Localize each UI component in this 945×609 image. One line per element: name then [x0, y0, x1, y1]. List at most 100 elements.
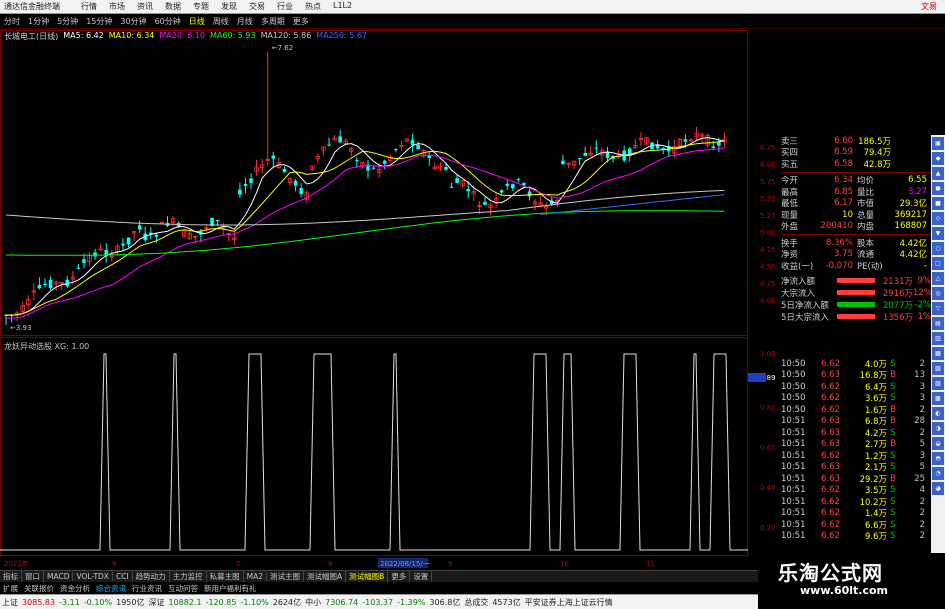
period-tab[interactable]: 周线	[209, 16, 233, 27]
flow-value: 1356万	[882, 312, 913, 323]
period-tab[interactable]: 5分钟	[53, 16, 82, 27]
index-name[interactable]: 深证	[146, 597, 166, 608]
subtab[interactable]: 综合资讯	[93, 583, 129, 594]
ob-label: 卖三	[781, 136, 799, 147]
period-tab[interactable]: 30分钟	[116, 16, 150, 27]
fund-flow-row[interactable]: 5日净流入额 2077万 -2%	[781, 299, 931, 311]
tool-icon[interactable]: ▤	[932, 317, 944, 330]
tool-icon[interactable]: ◕	[932, 482, 944, 495]
index-amount: 1950亿	[116, 597, 145, 607]
tool-icon[interactable]: ▩	[932, 392, 944, 405]
menu-item[interactable]: L1L2	[327, 1, 358, 12]
fund-flow-row[interactable]: 5日大宗流入 1356万 1%	[781, 311, 931, 323]
flow-value: 2077万	[882, 300, 913, 311]
menu-item[interactable]: 市场	[103, 1, 131, 12]
ob-volume: 42.8万	[863, 159, 891, 170]
tool-icon[interactable]: ▽	[932, 302, 944, 315]
fund-flow-row[interactable]: 大宗流入 2916万 12%	[781, 287, 932, 299]
tab[interactable]: 测试主图	[267, 571, 305, 582]
subtab[interactable]: 资金分析	[57, 583, 93, 594]
stat-value: 10	[842, 209, 853, 220]
tool-icon[interactable]: □	[932, 257, 944, 270]
menu-item[interactable]: 发现	[215, 1, 243, 12]
tab[interactable]: 趋势动力	[133, 571, 170, 582]
tool-icon[interactable]: ◔	[932, 467, 944, 480]
tab[interactable]: 主力监控	[170, 571, 207, 582]
broker-name[interactable]: 平安证券上海上证云行情	[523, 597, 615, 608]
tool-icon[interactable]: △	[932, 272, 944, 285]
order-book-row[interactable]: 买五 6.58 42.8万	[781, 158, 931, 170]
subtab[interactable]: 新用户福利有礼	[201, 583, 260, 594]
order-book-row[interactable]: 卖三 6.60 186.5万	[781, 135, 931, 147]
index-name[interactable]: 中小	[303, 597, 323, 608]
period-tab[interactable]: 多周期	[257, 16, 289, 27]
tab[interactable]: MACD	[44, 572, 74, 581]
tab[interactable]: 测试幅图A	[304, 571, 347, 582]
candle-body	[154, 234, 159, 237]
candle-body	[238, 189, 242, 195]
tab[interactable]: CCI	[113, 572, 133, 581]
stat-label: 最高	[781, 187, 799, 198]
tool-icon[interactable]: ▥	[932, 332, 944, 345]
tool-icon[interactable]: ▨	[932, 377, 944, 390]
tool-icon[interactable]: ◇	[932, 212, 944, 225]
menu-item[interactable]: 交易	[243, 1, 271, 12]
brand-label[interactable]: 文易	[921, 1, 945, 12]
tab[interactable]: VOL-TDX	[73, 572, 113, 581]
tab[interactable]: 私募主图	[207, 571, 244, 582]
subtab[interactable]: 互动问答	[165, 583, 201, 594]
tool-icon[interactable]: ▦	[932, 347, 944, 360]
tool-icon[interactable]: ▧	[932, 362, 944, 375]
period-tab[interactable]: 1分钟	[24, 16, 53, 27]
candle-body	[444, 167, 448, 170]
fund-flow-row[interactable]: 净流入额 2131万 9%	[781, 275, 931, 287]
trade-ticks: 10:50 6.62 4.0万 S 2 10:50 6.63 16.8万 B 13…	[781, 358, 931, 543]
menu-item[interactable]: 行业	[271, 1, 299, 12]
kline-chart[interactable]: 6.25 6.00 5.75 5.50 5.25 5.00 4.75 4.50 4.25 4.00…	[0, 30, 780, 570]
tool-icon[interactable]: ▲	[932, 167, 944, 180]
tool-icon[interactable]: ◆	[932, 152, 944, 165]
candle-body	[577, 157, 582, 160]
trade-row: 10:51 6.63 4.2万 S 2	[781, 427, 931, 439]
trade-count: 2	[919, 508, 925, 519]
tool-icon[interactable]: ◐	[932, 407, 944, 420]
subtab[interactable]: 行业资讯	[129, 583, 165, 594]
trade-count: 4	[919, 485, 925, 496]
period-tab[interactable]: 月线	[233, 16, 257, 27]
stat-value: 6.55	[908, 175, 927, 186]
tool-icon[interactable]: ◑	[932, 422, 944, 435]
tool-icon[interactable]: ■	[932, 197, 944, 210]
period-tab[interactable]: 60分钟	[151, 16, 185, 27]
tab[interactable]: MA2	[244, 572, 268, 581]
price-axis-label: 5.25	[760, 212, 776, 220]
menu-item[interactable]: 行情	[75, 1, 103, 12]
subtab[interactable]: 关联报价	[21, 583, 57, 594]
tool-icon[interactable]: ▼	[932, 227, 944, 240]
tool-icon[interactable]: ◓	[932, 452, 944, 465]
subtab[interactable]: 扩展	[0, 583, 21, 594]
menu-item[interactable]: 资讯	[131, 1, 159, 12]
tool-icon[interactable]: ◎	[932, 287, 944, 300]
trade-price: 6.62	[821, 450, 840, 461]
period-tab[interactable]: 15分钟	[82, 16, 116, 27]
tab[interactable]: 设置	[410, 571, 433, 582]
menu-item[interactable]: 热点	[299, 1, 327, 12]
period-tab[interactable]: 更多	[289, 16, 313, 27]
tool-icon[interactable]: ○	[932, 242, 944, 255]
period-tab-active[interactable]: 日线	[185, 16, 209, 27]
tab[interactable]: 窗口	[22, 571, 44, 582]
candle-body	[355, 160, 359, 162]
tab-active[interactable]: 测试幅图B	[346, 571, 389, 582]
period-tab[interactable]: 分时	[0, 16, 24, 27]
tab[interactable]: 指标	[0, 571, 22, 582]
tool-icon[interactable]: ◒	[932, 437, 944, 450]
tool-icon[interactable]: ●	[932, 182, 944, 195]
flow-bar	[837, 290, 875, 295]
order-book-row[interactable]: 买四 6.59 79.4万	[781, 147, 931, 158]
index-name[interactable]: 上证	[0, 597, 20, 608]
menu-item[interactable]: 专题	[187, 1, 215, 12]
menu-item[interactable]: 数据	[159, 1, 187, 12]
tool-icon[interactable]: ▣	[932, 137, 944, 150]
tab[interactable]: 更多	[388, 571, 411, 582]
trade-row: 10:51 6.62 9.6万 S 2	[781, 531, 931, 542]
